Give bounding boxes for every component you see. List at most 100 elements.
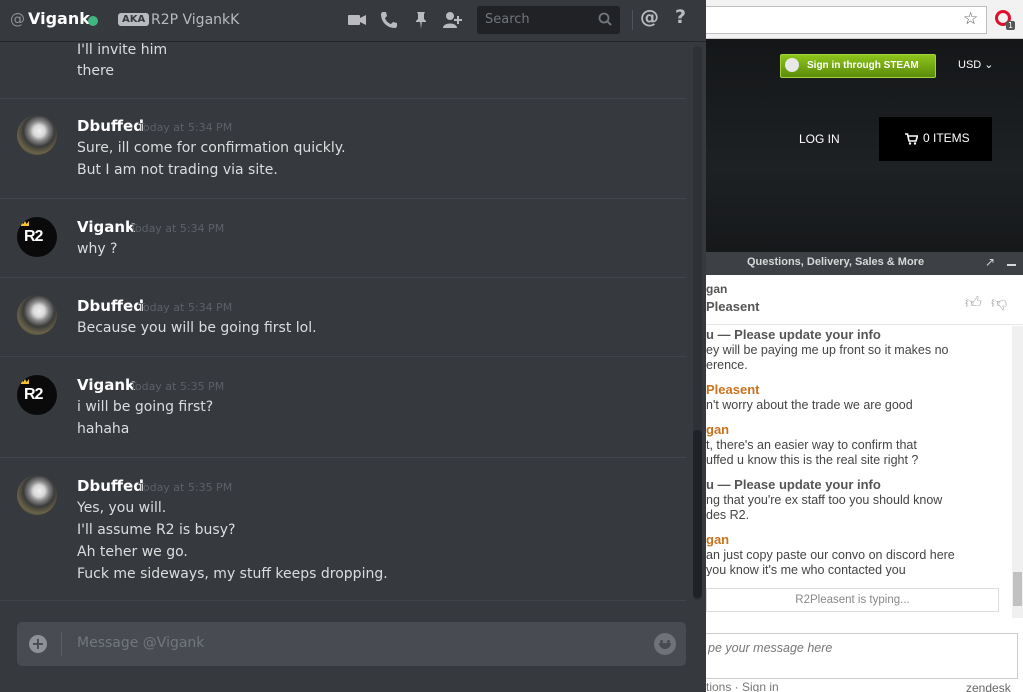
currency-select[interactable]: USD ⌄ — [958, 58, 994, 71]
video-call-icon[interactable] — [346, 9, 368, 31]
message-timestamp: Today at 5:34 PM — [130, 222, 225, 235]
steam-signin-label: Sign in through STEAM — [807, 60, 919, 71]
message-timestamp: Today at 5:35 PM — [130, 380, 225, 393]
crown-icon — [21, 221, 29, 226]
chat-sender: Pleasent — [706, 382, 760, 397]
popout-icon[interactable]: ↗ — [985, 255, 995, 269]
cart-button[interactable]: 0 ITEMS — [879, 117, 992, 161]
upload-plus-icon[interactable]: + — [29, 635, 47, 653]
zendesk-brand[interactable]: zendesk — [966, 681, 1011, 692]
header-divider — [632, 10, 633, 30]
dm-header: @ Vigank AKA R2P VigankK @ ? — [0, 0, 706, 41]
message-author[interactable]: Dbuffed — [77, 477, 144, 495]
aka-badge: AKA — [118, 13, 150, 26]
avatar[interactable]: R2 — [17, 217, 57, 257]
steam-signin-button[interactable]: Sign in through STEAM — [780, 54, 936, 78]
message-line: there — [77, 63, 115, 79]
chat-line: erence. — [706, 358, 748, 372]
message-input[interactable] — [75, 634, 639, 652]
thumbs-up-icon[interactable]: 👍︎ — [965, 293, 982, 313]
support-chat-log: u — Please update your info ey will be p… — [706, 326, 1012, 576]
extension-badge: 1 — [1006, 21, 1016, 30]
message-group: Dbuffed Today at 5:34 PM Because you wil… — [0, 278, 686, 357]
browser-toolbar: ☆ 1 — [706, 0, 1023, 39]
bookmark-star-icon[interactable]: ☆ — [963, 9, 978, 29]
avatar[interactable] — [17, 475, 57, 515]
composer-divider — [61, 632, 62, 656]
message-line: But I am not trading via site. — [77, 162, 278, 178]
search-icon — [598, 12, 612, 26]
support-chat-title: Questions, Delivery, Sales & More — [747, 256, 925, 268]
chat-line: an just copy paste our convo on discord … — [706, 548, 955, 562]
add-friend-icon[interactable] — [441, 9, 463, 31]
login-link[interactable]: LOG IN — [799, 132, 840, 146]
message-line: I'll invite him — [77, 42, 168, 58]
message-line: hahaha — [77, 421, 130, 437]
message-line: Fuck me sideways, my stuff keeps droppin… — [77, 566, 388, 582]
message-line: Yes, you will. — [77, 500, 167, 516]
address-bar[interactable] — [706, 6, 987, 34]
message-author[interactable]: Vigank — [77, 376, 135, 394]
support-message-input[interactable] — [706, 640, 1000, 656]
chat-line: you know it's me who contacted you — [706, 563, 906, 576]
message-group: Dbuffed Today at 5:34 PM Sure, ill come … — [0, 98, 686, 199]
avatar[interactable] — [17, 295, 57, 335]
message-timestamp: Today at 5:35 PM — [138, 481, 233, 494]
message-timestamp: Today at 5:34 PM — [138, 121, 233, 134]
avatar[interactable] — [17, 115, 57, 155]
chat-sender: u — Please update your info — [706, 327, 881, 342]
message-line: Because you will be going first lol. — [77, 320, 317, 336]
agent-role: gan — [706, 282, 728, 296]
message-group: R2 Vigank Today at 5:34 PM why ? — [0, 199, 686, 278]
chat-line: n't worry about the trade we are good — [706, 398, 913, 412]
chat-line: t, there's an easier way to confirm that — [706, 438, 917, 452]
aka-nickname: R2P VigankK — [151, 12, 240, 28]
typing-indicator: R2Pleasent is typing... — [706, 588, 999, 612]
at-icon: @ — [10, 10, 25, 28]
agent-divider — [706, 324, 1023, 325]
cart-label: 0 ITEMS — [923, 131, 970, 145]
dm-username[interactable]: Vigank — [28, 9, 90, 28]
mentions-icon[interactable]: @ — [640, 6, 659, 28]
support-message-box[interactable] — [706, 633, 1018, 679]
message-group: I'll invite him there — [0, 42, 686, 99]
minimize-icon[interactable] — [1007, 264, 1016, 266]
chat-line: ey will be paying me up front so it make… — [706, 343, 949, 357]
steam-logo-icon — [785, 58, 799, 72]
message-scrollbar-thumb[interactable] — [693, 430, 702, 598]
support-chat-titlebar[interactable]: Questions, Delivery, Sales & More ↗ — [706, 252, 1023, 275]
crown-icon — [21, 379, 29, 384]
message-line: Sure, ill come for confirmation quickly. — [77, 140, 346, 156]
search-box[interactable] — [477, 6, 620, 34]
online-status-icon — [88, 16, 98, 26]
help-icon[interactable]: ? — [675, 6, 686, 28]
currency-label: USD — [958, 59, 982, 71]
voice-call-icon[interactable] — [378, 9, 400, 31]
emoji-picker-icon[interactable] — [654, 633, 676, 655]
thumbs-down-icon[interactable]: 👎︎ — [991, 293, 1007, 313]
pin-icon[interactable] — [410, 9, 432, 31]
search-input[interactable] — [483, 11, 597, 28]
message-list: I'll invite him there Dbuffed Today at 5… — [0, 42, 692, 610]
chat-line: des R2. — [706, 508, 750, 522]
message-timestamp: Today at 5:34 PM — [138, 301, 233, 314]
agent-name: Pleasent — [706, 299, 760, 314]
message-author[interactable]: Vigank — [77, 218, 135, 236]
message-group: R2 Vigank Today at 5:35 PM i will be goi… — [0, 357, 686, 458]
message-author[interactable]: Dbuffed — [77, 297, 144, 315]
discord-window: @ Vigank AKA R2P VigankK @ ? I'll invite… — [0, 0, 706, 692]
chevron-down-icon: ⌄ — [984, 59, 994, 71]
chat-line: ng that you're ex staff too you should k… — [706, 493, 943, 507]
site-header: Sign in through STEAM USD ⌄ LOG IN 0 ITE… — [706, 39, 1023, 252]
chat-sender: gan — [706, 422, 730, 437]
message-author[interactable]: Dbuffed — [77, 117, 144, 135]
support-footer-links[interactable]: tions · Sign in — [706, 680, 779, 692]
chat-sender: u — Please update your info — [706, 477, 881, 492]
message-line: Ah teher we go. — [77, 544, 188, 560]
cart-icon — [905, 133, 918, 145]
message-line: i will be going first? — [77, 399, 214, 415]
avatar[interactable]: R2 — [17, 375, 57, 415]
message-group: Dbuffed Today at 5:35 PM Yes, you will. … — [0, 458, 686, 601]
chat-sender: gan — [706, 532, 730, 547]
support-chat-scroll-thumb[interactable] — [1013, 572, 1022, 606]
